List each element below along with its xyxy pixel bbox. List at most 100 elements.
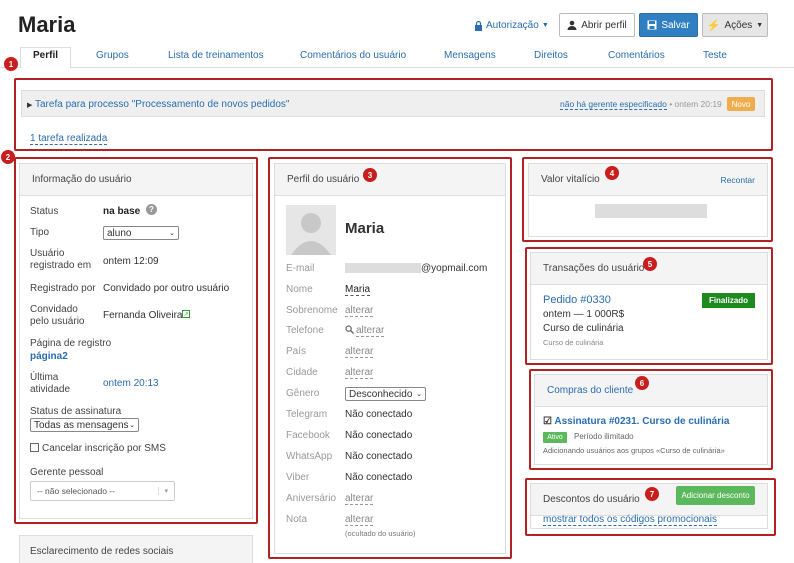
task-bar[interactable]: ▶ Tarefa para processo "Processamento de…: [21, 90, 765, 117]
type-select[interactable]: aluno ⌄: [103, 226, 179, 240]
profile-name: Maria: [345, 220, 385, 237]
profile-field-aniversario-value[interactable]: alterar: [345, 493, 374, 505]
actions-dropdown[interactable]: ⚡ Ações ▼: [702, 13, 768, 37]
social-heading: Esclarecimento de redes sociais: [30, 546, 174, 557]
recount-link[interactable]: Recontar: [721, 175, 756, 185]
profile-field-facebook-value: Não conectado: [345, 430, 413, 441]
lifetime-head: Valor vitalício Recontar: [529, 164, 767, 196]
status-badge-new: Novo: [727, 97, 755, 111]
actions-label: Ações: [724, 19, 753, 31]
subscription-link: Assinatura #0231. Curso de culinária: [554, 416, 730, 427]
help-icon[interactable]: ?: [146, 204, 157, 215]
last-activity-link[interactable]: ontem 20:13: [103, 378, 159, 389]
order-course-small: Curso de culinária: [543, 338, 604, 347]
profile-field-viber-value: Não conectado: [345, 472, 413, 483]
user-info-heading: Informação do usuário: [20, 164, 252, 196]
last-activity-label: Última atividade: [30, 372, 71, 395]
sms-label: Cancelar inscrição por SMS: [42, 443, 166, 454]
task-title-row[interactable]: ▶ Tarefa para processo "Processamento de…: [27, 99, 289, 110]
reg-page-label: Página de registro: [30, 338, 112, 349]
tab-messages[interactable]: Mensagens: [444, 50, 496, 61]
purchases-heading: Compras do cliente: [547, 385, 634, 396]
annotation-badge-5: 5: [643, 257, 657, 271]
profile-field-sobrenome-value[interactable]: alterar: [345, 305, 374, 317]
search-icon[interactable]: [345, 325, 354, 336]
registered-value: ontem 12:09: [103, 256, 159, 267]
task-title: Tarefa para processo "Processamento de n…: [35, 99, 290, 110]
annotation-badge-7: 7: [645, 487, 659, 501]
registered-by-value: Convidado por outro usuário: [103, 283, 230, 294]
profile-field-e-mail-label: E-mail: [286, 263, 315, 274]
sms-checkbox[interactable]: [30, 443, 39, 452]
tab-comments[interactable]: Comentários: [608, 50, 665, 61]
bolt-icon: ⚡: [706, 19, 721, 32]
invited-value[interactable]: Fernanda Oliveira: [103, 310, 182, 321]
profile-field-whatsapp-label: WhatsApp: [286, 451, 333, 462]
avatar[interactable]: [286, 205, 336, 255]
type-select-value: aluno: [107, 227, 132, 239]
save-button[interactable]: Salvar: [639, 13, 698, 37]
subscription-select-value: Todas as mensagens: [34, 419, 129, 431]
manager-select-value: -- não selecionado --: [37, 486, 115, 496]
profile-field-genero-value[interactable]: Desconhecido ⌄: [345, 387, 426, 401]
registered-label: Usuário registrado em: [30, 248, 92, 271]
order-amount: ontem — 1 000R$: [543, 309, 625, 320]
lock-icon: [475, 20, 482, 31]
purchases-head: Compras do cliente: [535, 375, 767, 407]
task-time: • ontem 20:19: [669, 99, 722, 109]
order-link[interactable]: Pedido #0330: [543, 294, 611, 306]
chevron-down-icon: ▼: [756, 21, 764, 29]
order-course: Curso de culinária: [543, 323, 624, 334]
tasks-done-link[interactable]: 1 tarefa realizada: [30, 133, 108, 145]
tab-test[interactable]: Teste: [703, 50, 727, 61]
page-title: Maria: [18, 12, 76, 37]
tab-profile[interactable]: Perfil: [20, 47, 72, 69]
profile-field-nota-value[interactable]: alterar: [345, 514, 374, 526]
gender-select-value: Desconhecido: [349, 388, 413, 400]
no-manager-link[interactable]: não há gerente especificado: [560, 99, 667, 110]
chevron-down-icon: ⌄: [169, 230, 175, 237]
profile-field-sobrenome-label: Sobrenome: [286, 305, 338, 316]
profile-heading: Perfil do usuário: [275, 164, 505, 196]
profile-field-telegram-label: Telegram: [286, 409, 328, 420]
reg-page-link[interactable]: página2: [30, 351, 68, 362]
manager-label: Gerente pessoal: [30, 467, 104, 478]
subscription-row[interactable]: ☑ Assinatura #0231. Curso de culinária: [543, 416, 729, 427]
registered-by-label: Registrado por: [30, 283, 96, 294]
profile-field-facebook-label: Facebook: [286, 430, 330, 441]
annotation-badge-2: 2: [1, 150, 15, 164]
annotation-badge-6: 6: [635, 376, 649, 390]
chevron-down-icon: ▾: [158, 487, 168, 495]
floppy-icon: [647, 20, 657, 30]
subscription-note: Adicionando usuários aos grupos «Curso d…: [543, 446, 725, 455]
show-promo-codes-link[interactable]: mostrar todos os códigos promocionais: [543, 514, 717, 526]
profile-field-telefone-value[interactable]: alterar: [356, 325, 385, 337]
manager-select[interactable]: -- não selecionado -- ▾: [30, 481, 175, 501]
type-label: Tipo: [30, 227, 50, 238]
profile-field-nome-label: Nome: [286, 284, 313, 295]
open-profile-button[interactable]: Abrir perfil: [559, 13, 635, 37]
profile-field-viber-label: Viber: [286, 472, 310, 483]
profile-field-pais-value[interactable]: alterar: [345, 346, 374, 358]
profile-field-nome-value[interactable]: Maria: [345, 284, 371, 296]
profile-field-aniversario-label: Aniversário: [286, 493, 337, 504]
add-discount-button[interactable]: Adicionar desconto: [676, 486, 755, 505]
status-value: na base: [103, 206, 141, 217]
tab-training-list[interactable]: Lista de treinamentos: [168, 50, 264, 61]
lifetime-panel: Valor vitalício Recontar: [528, 163, 768, 237]
profile-field-cidade-label: Cidade: [286, 367, 318, 378]
tab-user-comments[interactable]: Comentários do usuário: [300, 50, 406, 61]
annotation-badge-4: 4: [605, 166, 619, 180]
caret-right-icon: ▶: [27, 102, 33, 109]
external-link-icon[interactable]: ↗: [182, 310, 190, 318]
profile-field-cidade-value[interactable]: alterar: [345, 367, 374, 379]
subscription-select[interactable]: Todas as mensagens ⌄: [30, 418, 139, 432]
lifetime-value-redacted: [595, 204, 707, 218]
tab-groups[interactable]: Grupos: [96, 50, 129, 61]
check-square-icon: ☑: [543, 416, 552, 427]
authorization-label: Autorização: [486, 20, 539, 31]
subscription-label: Status de assinatura: [30, 406, 122, 417]
authorization-dropdown[interactable]: Autorização ▼: [474, 20, 549, 31]
tab-rights[interactable]: Direitos: [534, 50, 568, 61]
lifetime-heading: Valor vitalício: [541, 174, 600, 185]
